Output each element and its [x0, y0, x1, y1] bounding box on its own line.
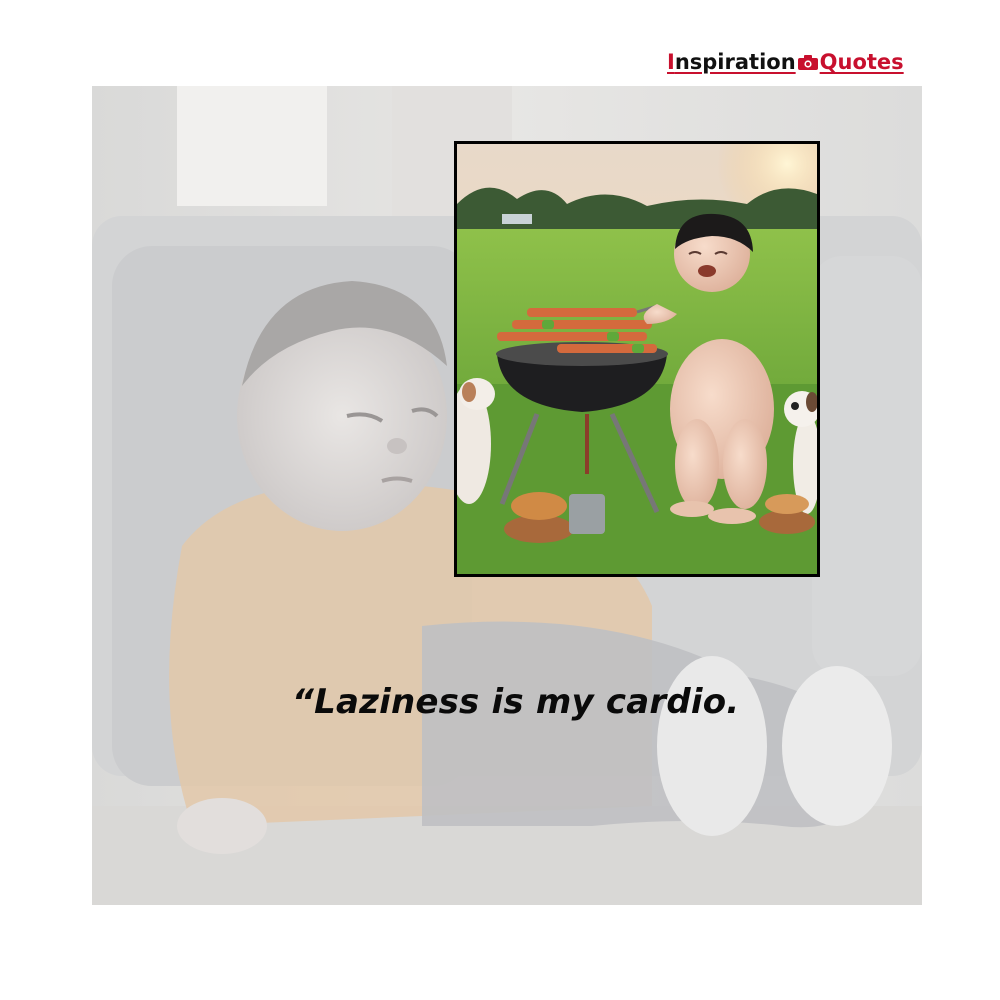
- featured-photo: [454, 141, 820, 577]
- brand-word-quotes: Quotes: [819, 50, 904, 74]
- quote-text: “Laziness is my cardio.: [292, 682, 740, 722]
- brand-word-inspiration: nspiration: [674, 50, 796, 74]
- camera-icon: [797, 50, 819, 78]
- brand-initial: I: [667, 50, 675, 74]
- brand-logo[interactable]: Inspiration Quotes: [667, 48, 904, 78]
